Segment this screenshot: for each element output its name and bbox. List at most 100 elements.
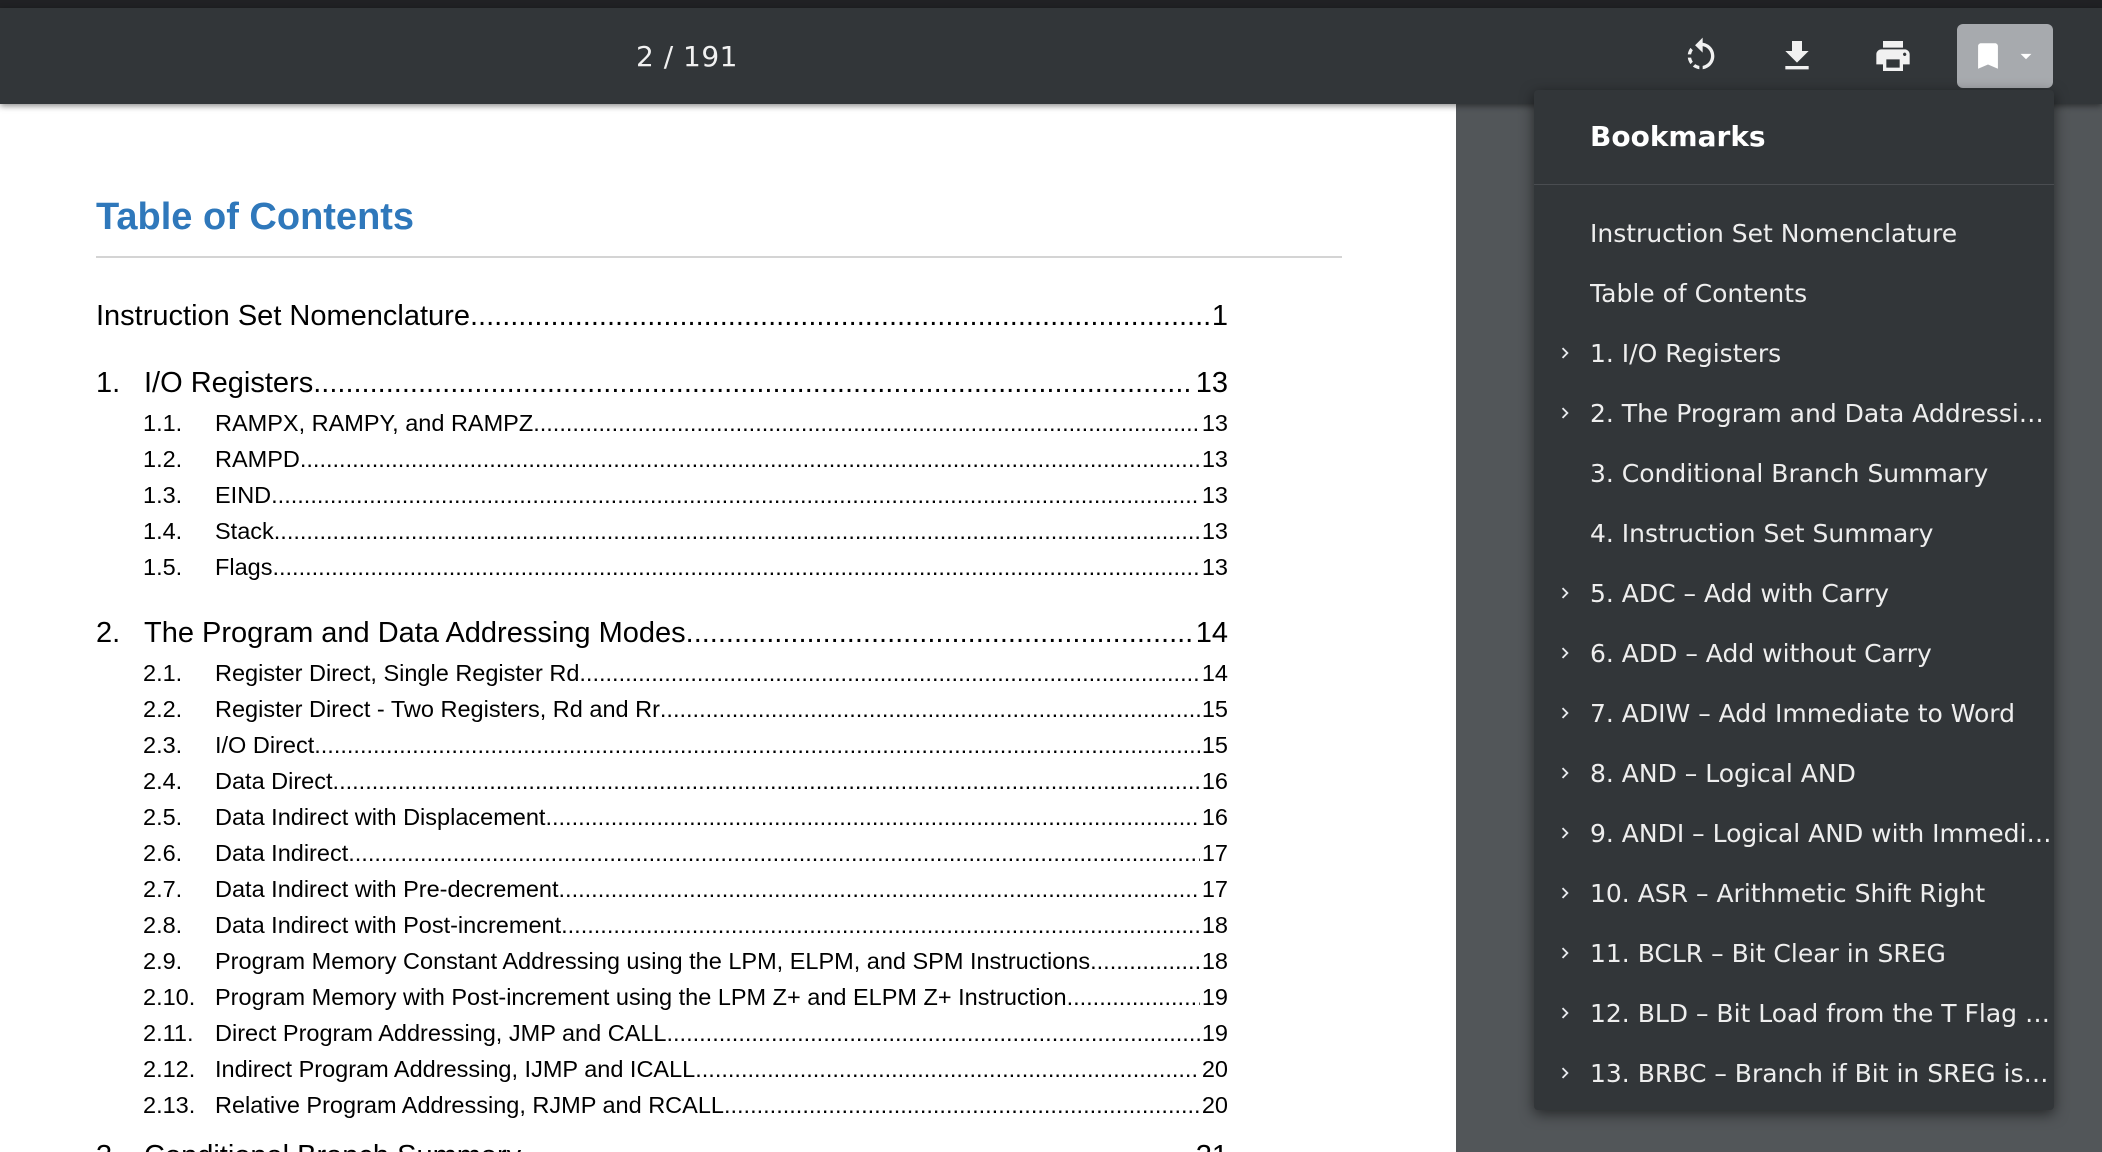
toc-entry-number: 3. xyxy=(96,1140,144,1152)
toc-entry-title: I/O Direct xyxy=(215,732,315,758)
chevron-right-icon[interactable] xyxy=(1550,758,1580,788)
toc-dot-leader xyxy=(272,554,1199,581)
toc-entry-title: Direct Program Addressing, JMP and CALL xyxy=(215,1020,667,1046)
chevron-right-icon[interactable] xyxy=(1550,938,1580,968)
bookmark-item[interactable]: 3. Conditional Branch Summary xyxy=(1534,443,2054,503)
toc-entry-page: 14 xyxy=(1201,660,1228,686)
toc-entry-title: Register Direct, Single Register Rd xyxy=(215,660,580,686)
bookmark-icon xyxy=(1978,43,1998,69)
chevron-right-icon[interactable] xyxy=(1550,338,1580,368)
chevron-right-icon[interactable] xyxy=(1550,878,1580,908)
toc-dot-leader xyxy=(1090,948,1200,975)
page-indicator[interactable]: 2 / 191 xyxy=(636,40,738,73)
toc-entry[interactable]: 1.3. EIND 13 xyxy=(143,482,1228,509)
toc-entry[interactable]: 3.Conditional Branch Summary 21 xyxy=(96,1140,1228,1152)
chevron-right-icon[interactable] xyxy=(1550,1058,1580,1088)
toc-entry[interactable]: 2. The Program and Data Addressing Modes 1… xyxy=(96,617,1228,650)
toc-entry-number: 2.7. xyxy=(143,876,183,902)
bookmark-item[interactable]: 7. ADIW – Add Immediate to Word xyxy=(1534,683,2054,743)
bookmark-item[interactable]: Instruction Set Nomenclature xyxy=(1534,203,2054,263)
toc-entry-number: 2.12. xyxy=(143,1056,196,1082)
toc-entry[interactable]: 2.8. Data Indirect with Post-increment 18 xyxy=(143,912,1228,939)
bookmark-item[interactable]: 6. ADD – Add without Carry xyxy=(1534,623,2054,683)
download-button[interactable] xyxy=(1769,28,1825,84)
toc-dot-leader xyxy=(667,1020,1200,1047)
toc-entry[interactable]: 2.11. Direct Program Addressing, JMP and … xyxy=(143,1020,1228,1047)
toc-entry-number: 2.13. xyxy=(143,1092,196,1118)
toc-entry-title: Program Memory Constant Addressing using… xyxy=(215,948,1091,974)
toc-dot-leader xyxy=(271,482,1200,509)
toc-entry-page: 16 xyxy=(1201,804,1228,830)
bookmark-item[interactable]: 10. ASR – Arithmetic Shift Right xyxy=(1534,863,2054,923)
toc-entry[interactable]: 2.2. Register Direct - Two Registers, Rd … xyxy=(143,696,1228,723)
bookmark-item-label: 8. AND – Logical AND xyxy=(1590,758,1856,788)
toc-entry-page: 20 xyxy=(1201,1056,1228,1082)
toc-entry[interactable]: 2.1. Register Direct, Single Register Rd 1… xyxy=(143,660,1228,687)
bookmark-item[interactable]: 2. The Program and Data Addressing Modes xyxy=(1534,383,2054,443)
toc-entry-number: 2.8. xyxy=(143,912,183,938)
bookmarks-button[interactable] xyxy=(1957,24,2053,88)
toc-entry[interactable]: 2.10. Program Memory with Post-increment … xyxy=(143,984,1228,1011)
chevron-right-icon[interactable] xyxy=(1550,818,1580,848)
toc-entry-page: 16 xyxy=(1201,768,1228,794)
bookmark-item[interactable]: 13. BRBC – Branch if Bit in SREG is Clea… xyxy=(1534,1043,2054,1103)
toc-entry[interactable]: 1.5. Flags 13 xyxy=(143,554,1228,581)
print-button[interactable] xyxy=(1865,28,1921,84)
rotate-button[interactable] xyxy=(1673,28,1729,84)
bookmark-item[interactable]: 8. AND – Logical AND xyxy=(1534,743,2054,803)
toc-entry[interactable]: 1.1. RAMPX, RAMPY, and RAMPZ 13 xyxy=(143,410,1228,437)
toc-entry[interactable]: 2.5. Data Indirect with Displacement 16 xyxy=(143,804,1228,831)
chevron-right-icon[interactable] xyxy=(1550,698,1580,728)
toc-entry-page: 18 xyxy=(1201,948,1228,974)
toc-entry-page: 19 xyxy=(1201,1020,1228,1046)
toc-dot-leader xyxy=(300,446,1200,473)
toc-entry-number: 2.9. xyxy=(143,948,183,974)
toc-entry-page: 13 xyxy=(1201,518,1228,544)
toc-entry[interactable]: 2.9. Program Memory Constant Addressing u… xyxy=(143,948,1228,975)
toc-entry-number: 1.3. xyxy=(143,482,183,508)
bookmarks-title: Bookmarks xyxy=(1590,120,1766,153)
bookmark-item[interactable]: Table of Contents xyxy=(1534,263,2054,323)
toc-entry-title: Instruction Set Nomenclature xyxy=(96,300,470,332)
chevron-right-icon[interactable] xyxy=(1550,638,1580,668)
toc-entry[interactable]: Instruction Set Nomenclature 1 xyxy=(96,300,1228,333)
toc-entry-page: 15 xyxy=(1201,696,1228,722)
toc-entry[interactable]: 2.13. Relative Program Addressing, RJMP a… xyxy=(143,1092,1228,1119)
toc-entry[interactable]: 1. I/O Registers 13 xyxy=(96,367,1228,400)
toc-entry-number: 2. xyxy=(96,617,121,649)
bookmark-item[interactable]: 1. I/O Registers xyxy=(1534,323,2054,383)
bookmark-item-label: 7. ADIW – Add Immediate to Word xyxy=(1590,698,2016,728)
chevron-right-icon[interactable] xyxy=(1550,998,1580,1028)
toc-entry[interactable]: 1.2. RAMPD 13 xyxy=(143,446,1228,473)
toc-entry[interactable]: 2.4. Data Direct 16 xyxy=(143,768,1228,795)
toc-entry[interactable]: 2.3. I/O Direct 15 xyxy=(143,732,1228,759)
toc-entry-title: Program Memory with Post-increment using… xyxy=(215,984,1067,1010)
chevron-right-icon[interactable] xyxy=(1550,578,1580,608)
toc-entry[interactable]: 2.7. Data Indirect with Pre-decrement 17 xyxy=(143,876,1228,903)
toc-entry-title: Conditional Branch Summary xyxy=(144,1140,521,1152)
toc-dot-leader xyxy=(686,617,1194,650)
bookmark-item[interactable]: 9. ANDI – Logical AND with Immediate xyxy=(1534,803,2054,863)
download-icon xyxy=(1785,41,1809,70)
bookmark-item-label: 3. Conditional Branch Summary xyxy=(1590,458,1989,488)
toc-dot-leader xyxy=(579,660,1199,687)
bookmark-item-label: 11. BCLR – Bit Clear in SREG xyxy=(1590,938,1946,968)
toc-entry[interactable]: 2.12. Indirect Program Addressing, IJMP a… xyxy=(143,1056,1228,1083)
toc-entry-number: 1. xyxy=(96,367,121,399)
bookmarks-panel: Bookmarks Instruction Set Nomenclature Ta… xyxy=(1534,90,2054,1110)
chevron-right-icon[interactable] xyxy=(1550,398,1580,428)
toc-divider xyxy=(96,256,1342,258)
toc-entry-title: Data Indirect with Displacement xyxy=(215,804,546,830)
bookmark-item[interactable]: 4. Instruction Set Summary xyxy=(1534,503,2054,563)
bookmark-item-label: Table of Contents xyxy=(1590,278,1808,308)
bookmark-item[interactable]: 5. ADC – Add with Carry xyxy=(1534,563,2054,623)
toc-entry-title: Relative Program Addressing, RJMP and RC… xyxy=(215,1092,724,1118)
toc-entry[interactable]: 2.6. Data Indirect 17 xyxy=(143,840,1228,867)
pdf-page: Table of Contents Instruction Set Nomenc… xyxy=(0,104,1456,1152)
toc-entry-title: RAMPX, RAMPY, and RAMPZ xyxy=(215,410,534,436)
bookmark-item[interactable]: 11. BCLR – Bit Clear in SREG xyxy=(1534,923,2054,983)
toc-dot-leader xyxy=(348,840,1200,867)
toc-entry[interactable]: 1.4. Stack 13 xyxy=(143,518,1228,545)
toc-dot-leader xyxy=(545,804,1199,831)
bookmark-item[interactable]: 12. BLD – Bit Load from the T Flag in SR… xyxy=(1534,983,2054,1043)
